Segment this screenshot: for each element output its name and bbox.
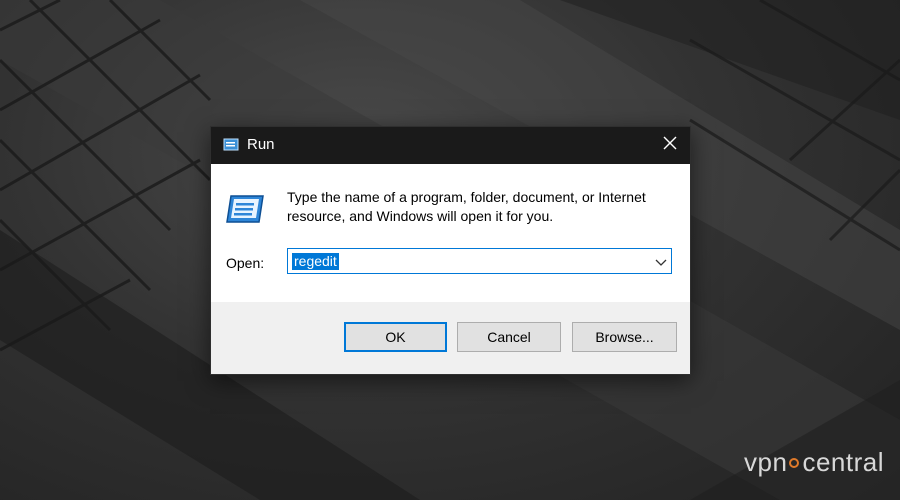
watermark: vpn central — [744, 447, 884, 478]
open-label: Open: — [226, 255, 265, 271]
open-input-value[interactable]: regedit — [292, 253, 339, 270]
chevron-down-icon[interactable] — [655, 255, 667, 267]
watermark-right: central — [802, 447, 884, 477]
open-combobox[interactable]: regedit — [287, 248, 672, 274]
dialog-title: Run — [247, 136, 275, 153]
watermark-left: vpn — [744, 447, 788, 477]
dialog-body: Type the name of a program, folder, docu… — [211, 164, 690, 302]
watermark-dot-icon — [789, 457, 800, 468]
title-bar[interactable]: Run — [211, 127, 690, 164]
cancel-button[interactable]: Cancel — [457, 322, 561, 352]
ok-button[interactable]: OK — [344, 322, 447, 352]
run-dialog: Run Type the name of a program, folder, … — [210, 126, 691, 375]
close-button[interactable] — [650, 127, 690, 164]
browse-button[interactable]: Browse... — [572, 322, 677, 352]
dialog-footer: OK Cancel Browse... — [211, 302, 690, 374]
dialog-description: Type the name of a program, folder, docu… — [287, 189, 646, 224]
close-icon — [663, 136, 677, 155]
run-icon — [223, 138, 239, 152]
run-icon — [225, 192, 265, 226]
